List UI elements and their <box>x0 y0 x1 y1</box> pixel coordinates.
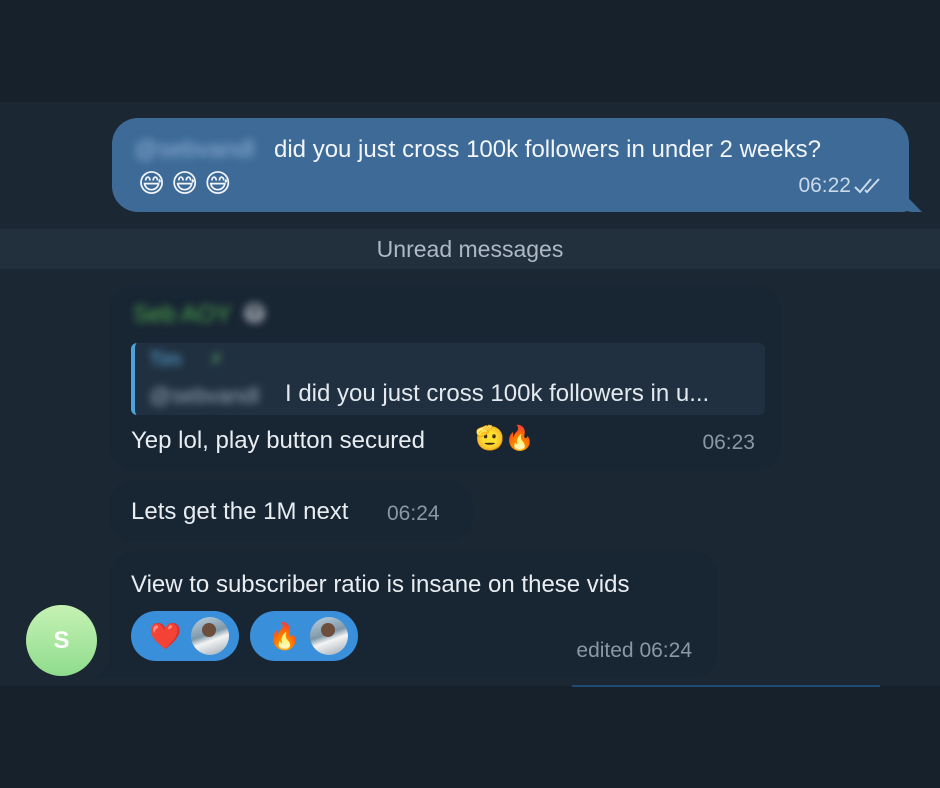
message-time: 06:22 <box>798 174 851 197</box>
sender-avatar[interactable]: S <box>26 605 97 676</box>
message-text: View to subscriber ratio is insane on th… <box>131 571 630 598</box>
reply-quote[interactable]: Tim ⚡ @sebvandl I did you just cross 100… <box>131 343 765 415</box>
double-check-icon <box>854 178 880 194</box>
message-emojis: 😅😅😅 <box>138 168 238 198</box>
incoming-message[interactable]: Lets get the 1M next 06:24 <box>109 480 473 542</box>
message-text: did you just cross 100k followers in und… <box>274 136 821 163</box>
lightning-icon: ⚡ <box>209 349 224 371</box>
message-time: 06:24 <box>387 502 440 525</box>
reply-text: I did you just cross 100k followers in u… <box>285 380 710 407</box>
sender-emoji: 😷 <box>243 301 266 326</box>
mention-link[interactable]: @sebvandl <box>134 136 254 164</box>
reactor-avatar <box>310 617 348 655</box>
unread-messages-divider: Unread messages <box>0 229 940 269</box>
outgoing-message[interactable]: @sebvandl did you just cross 100k follow… <box>112 118 909 212</box>
reactor-avatar <box>191 617 229 655</box>
reaction-fire[interactable]: 🔥 <box>250 611 358 661</box>
reply-mention: @sebvandl <box>149 383 260 408</box>
heart-emoji: ❤️ <box>149 620 182 651</box>
message-text: Lets get the 1M next <box>131 498 349 525</box>
message-time: 06:23 <box>702 431 755 454</box>
message-emojis: 🫡🔥 <box>475 425 535 452</box>
message-text: Yep lol, play button secured <box>131 427 425 454</box>
incoming-message[interactable]: View to subscriber ratio is insane on th… <box>109 551 718 678</box>
message-time: edited 06:24 <box>576 639 692 662</box>
scroll-indicator <box>572 685 880 687</box>
incoming-message[interactable]: Seb AOY 😷 Tim ⚡ @sebvandl I did you just… <box>109 285 781 471</box>
fire-emoji: 🔥 <box>268 620 301 651</box>
reply-author: Tim <box>149 349 182 371</box>
reaction-heart[interactable]: ❤️ <box>131 611 239 661</box>
sender-name[interactable]: Seb AOY <box>133 301 232 329</box>
